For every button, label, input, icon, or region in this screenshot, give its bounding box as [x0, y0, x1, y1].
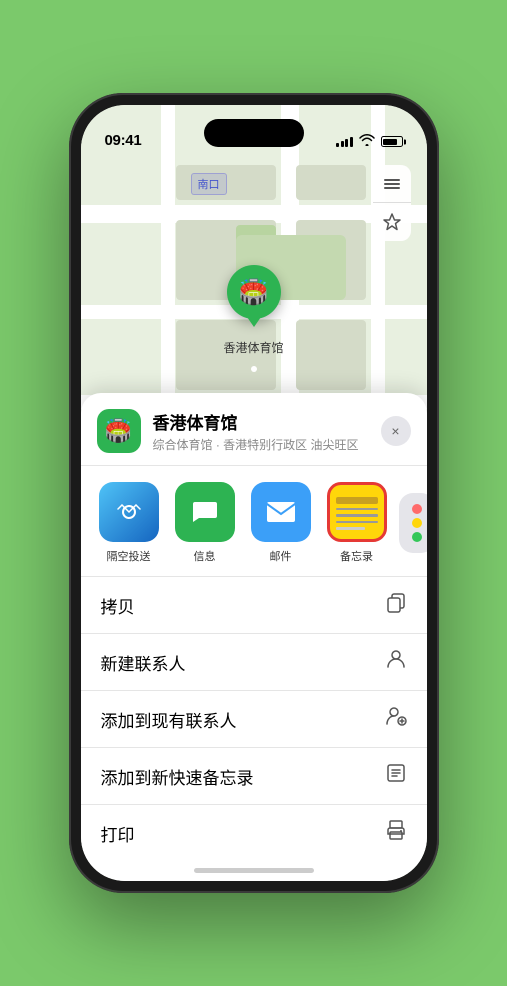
nankou-text: 南口 [198, 179, 220, 191]
share-airdrop[interactable]: 隔空投送 [97, 482, 161, 564]
action-copy-label: 拷贝 [101, 593, 135, 618]
action-new-contact[interactable]: 新建联系人 [81, 634, 427, 691]
signal-bar-4 [350, 137, 353, 147]
signal-bars [336, 137, 353, 147]
messages-label: 信息 [194, 548, 216, 564]
signal-bar-2 [341, 141, 344, 147]
phone-screen: 09:41 [81, 105, 427, 881]
copy-icon [385, 591, 407, 619]
mail-label: 邮件 [270, 548, 292, 564]
notes-label: 备忘录 [340, 548, 373, 564]
action-new-contact-label: 新建联系人 [101, 650, 186, 675]
map-location-button[interactable] [373, 203, 411, 241]
signal-bar-1 [336, 143, 339, 147]
venue-icon: 🏟️ [97, 409, 141, 453]
phone-frame: 09:41 [69, 93, 439, 893]
venue-name: 香港体育馆 [153, 409, 381, 434]
bottom-sheet: 🏟️ 香港体育馆 综合体育馆 · 香港特别行政区 油尖旺区 × [81, 393, 427, 881]
print-icon [385, 819, 407, 847]
new-contact-icon [385, 648, 407, 676]
share-row: 隔空投送 信息 [81, 466, 427, 577]
action-quick-note-label: 添加到新快速备忘录 [101, 764, 254, 789]
share-messages[interactable]: 信息 [173, 482, 237, 564]
dynamic-island [204, 119, 304, 147]
status-time: 09:41 [105, 132, 142, 149]
venue-info: 香港体育馆 综合体育馆 · 香港特别行政区 油尖旺区 [153, 409, 381, 453]
nankou-label: 南口 [191, 173, 227, 195]
notes-icon [327, 482, 387, 542]
wifi-icon [359, 134, 375, 149]
airdrop-icon [99, 482, 159, 542]
airdrop-label: 隔空投送 [107, 548, 151, 564]
share-mail[interactable]: 邮件 [249, 482, 313, 564]
status-icons [336, 134, 403, 149]
action-list: 拷贝 新建联系人 [81, 577, 427, 881]
quick-note-icon [385, 762, 407, 790]
action-quick-note[interactable]: 添加到新快速备忘录 [81, 748, 427, 805]
messages-icon [175, 482, 235, 542]
mail-icon [251, 482, 311, 542]
sheet-header: 🏟️ 香港体育馆 综合体育馆 · 香港特别行政区 油尖旺区 × [81, 393, 427, 466]
stadium-icon: 🏟️ [239, 278, 269, 307]
share-notes[interactable]: 备忘录 [325, 482, 389, 564]
map-controls[interactable] [373, 165, 411, 241]
action-print-label: 打印 [101, 821, 135, 846]
action-add-existing[interactable]: 添加到现有联系人 [81, 691, 427, 748]
share-more[interactable] [401, 493, 427, 553]
map-layers-button[interactable] [373, 165, 411, 203]
home-indicator [194, 868, 314, 873]
action-add-existing-label: 添加到现有联系人 [101, 707, 237, 732]
battery-icon [381, 136, 403, 147]
stadium-pin: 🏟️ 香港体育馆 [223, 265, 283, 356]
pin-dot [250, 366, 256, 372]
pin-circle: 🏟️ [226, 265, 280, 319]
add-existing-icon [385, 705, 407, 733]
signal-bar-3 [345, 139, 348, 147]
pin-label: 香港体育馆 [223, 339, 283, 356]
venue-subtitle: 综合体育馆 · 香港特别行政区 油尖旺区 [153, 436, 381, 453]
action-copy[interactable]: 拷贝 [81, 577, 427, 634]
action-print[interactable]: 打印 [81, 805, 427, 861]
close-button[interactable]: × [381, 416, 411, 446]
more-icon [399, 493, 427, 553]
